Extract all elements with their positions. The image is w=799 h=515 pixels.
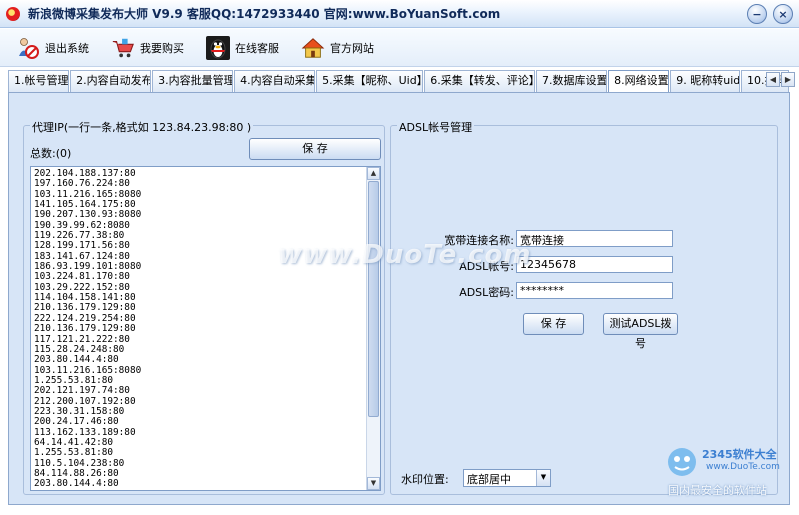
logo-site-text: www.DuoTe.com xyxy=(706,462,780,472)
proxy-count: 总数:(0) xyxy=(30,147,72,160)
scroll-up-arrow[interactable]: ▲ xyxy=(367,167,380,180)
proxy-group: 代理IP(一行一条,格式如 123.84.23.98:80 ) 总数:(0) 保… xyxy=(23,119,385,495)
adsl-password-input[interactable]: ******** xyxy=(516,282,673,299)
tab-scroll-right[interactable]: ▶ xyxy=(781,72,795,87)
qq-penguin-icon xyxy=(206,35,230,60)
title-bar: 新浪微博采集发布大师 V9.9 客服QQ:1472933440 官网:www.B… xyxy=(0,0,799,28)
watermark-position-label: 水印位置: xyxy=(401,473,449,486)
tab-scroll-left[interactable]: ◀ xyxy=(766,72,780,87)
ip-list-content: 202.104.188.137:80 197.160.76.224:80 103.1… xyxy=(31,167,380,490)
mascot-icon xyxy=(668,448,696,476)
proxy-save-button[interactable]: 保 存 xyxy=(249,138,381,160)
toolbar: 退出系统 我要购买 在线客服 官方网站 xyxy=(0,29,799,67)
list-item: 42.159.193.38:80 xyxy=(34,489,380,490)
tab-auto-publish[interactable]: 2.内容自动发布 xyxy=(70,70,152,92)
official-site-button[interactable]: 官方网站 xyxy=(301,36,374,60)
logo-2345-text: 2345软件大全 xyxy=(702,448,777,461)
tab-batch-manage[interactable]: 3.内容批量管理 xyxy=(152,70,234,92)
app-icon xyxy=(6,6,20,21)
scroll-thumb[interactable] xyxy=(368,181,379,417)
chevron-down-icon[interactable]: ▼ xyxy=(536,470,550,486)
home-icon xyxy=(301,36,325,60)
tab-collect-repost[interactable]: 6.采集【转发、评论】 xyxy=(424,70,536,92)
test-adsl-dial-button[interactable]: 测试ADSL拨号 xyxy=(603,313,678,350)
watermark-position-value: 底部居中 xyxy=(467,473,511,486)
tab-database[interactable]: 7.数据库设置 xyxy=(536,70,608,92)
list-item: 202.121.197.74:80 xyxy=(34,385,130,397)
minimize-button[interactable]: − xyxy=(747,4,767,24)
online-service-label: 在线客服 xyxy=(235,41,279,55)
buy-button[interactable]: 我要购买 xyxy=(111,36,184,60)
adsl-name-input[interactable]: 宽带连接 xyxy=(516,230,673,247)
adsl-account-input[interactable]: 12345678 xyxy=(516,256,673,273)
tab-network[interactable]: 8.网络设置 xyxy=(608,70,670,93)
list-item: 203.80.144.4:80 xyxy=(34,354,119,366)
exit-system-button[interactable]: 退出系统 xyxy=(16,36,89,60)
exit-system-label: 退出系统 xyxy=(45,41,89,55)
adsl-save-button[interactable]: 保 存 xyxy=(523,313,584,335)
window-controls: − × xyxy=(747,4,793,24)
buy-label: 我要购买 xyxy=(140,41,184,55)
duote-watermark: www.DuoTe.com xyxy=(278,240,532,270)
site-logo-2345: 2345软件大全 www.DuoTe.com 国内最安全的软件站 xyxy=(662,440,792,510)
proxy-list-scrollbar[interactable]: ▲ ▼ xyxy=(366,167,380,490)
scroll-down-arrow[interactable]: ▼ xyxy=(367,477,380,490)
shopping-cart-icon xyxy=(111,36,135,60)
close-button[interactable]: × xyxy=(773,4,793,24)
exit-icon xyxy=(16,36,40,60)
tab-nick-to-uid[interactable]: 9. 昵称转uid xyxy=(670,70,740,92)
watermark-position-select[interactable]: 底部居中 ▼ xyxy=(463,469,551,487)
official-site-label: 官方网站 xyxy=(330,41,374,55)
logo-slogan-text: 国内最安全的软件站 xyxy=(668,484,767,497)
tab-strip: 1.帐号管理 2.内容自动发布 3.内容批量管理 4.内容自动采集 5.采集【昵… xyxy=(8,70,790,93)
tab-collect-nick-uid[interactable]: 5.采集【昵称、Uid】 xyxy=(316,70,424,92)
adsl-group-title: ADSL帐号管理 xyxy=(397,119,475,135)
list-item: 210.136.179.129:80 xyxy=(34,323,136,335)
online-service-button[interactable]: 在线客服 xyxy=(206,35,279,60)
window-title: 新浪微博采集发布大师 V9.9 客服QQ:1472933440 官网:www.B… xyxy=(28,7,501,21)
tab-auto-collect[interactable]: 4.内容自动采集 xyxy=(234,70,316,92)
proxy-group-title: 代理IP(一行一条,格式如 123.84.23.98:80 ) xyxy=(30,119,254,135)
tab-account[interactable]: 1.帐号管理 xyxy=(8,70,70,92)
adsl-password-label: ADSL密码: xyxy=(459,286,514,299)
proxy-ip-list[interactable]: 202.104.188.137:80 197.160.76.224:80 103.1… xyxy=(30,166,381,491)
